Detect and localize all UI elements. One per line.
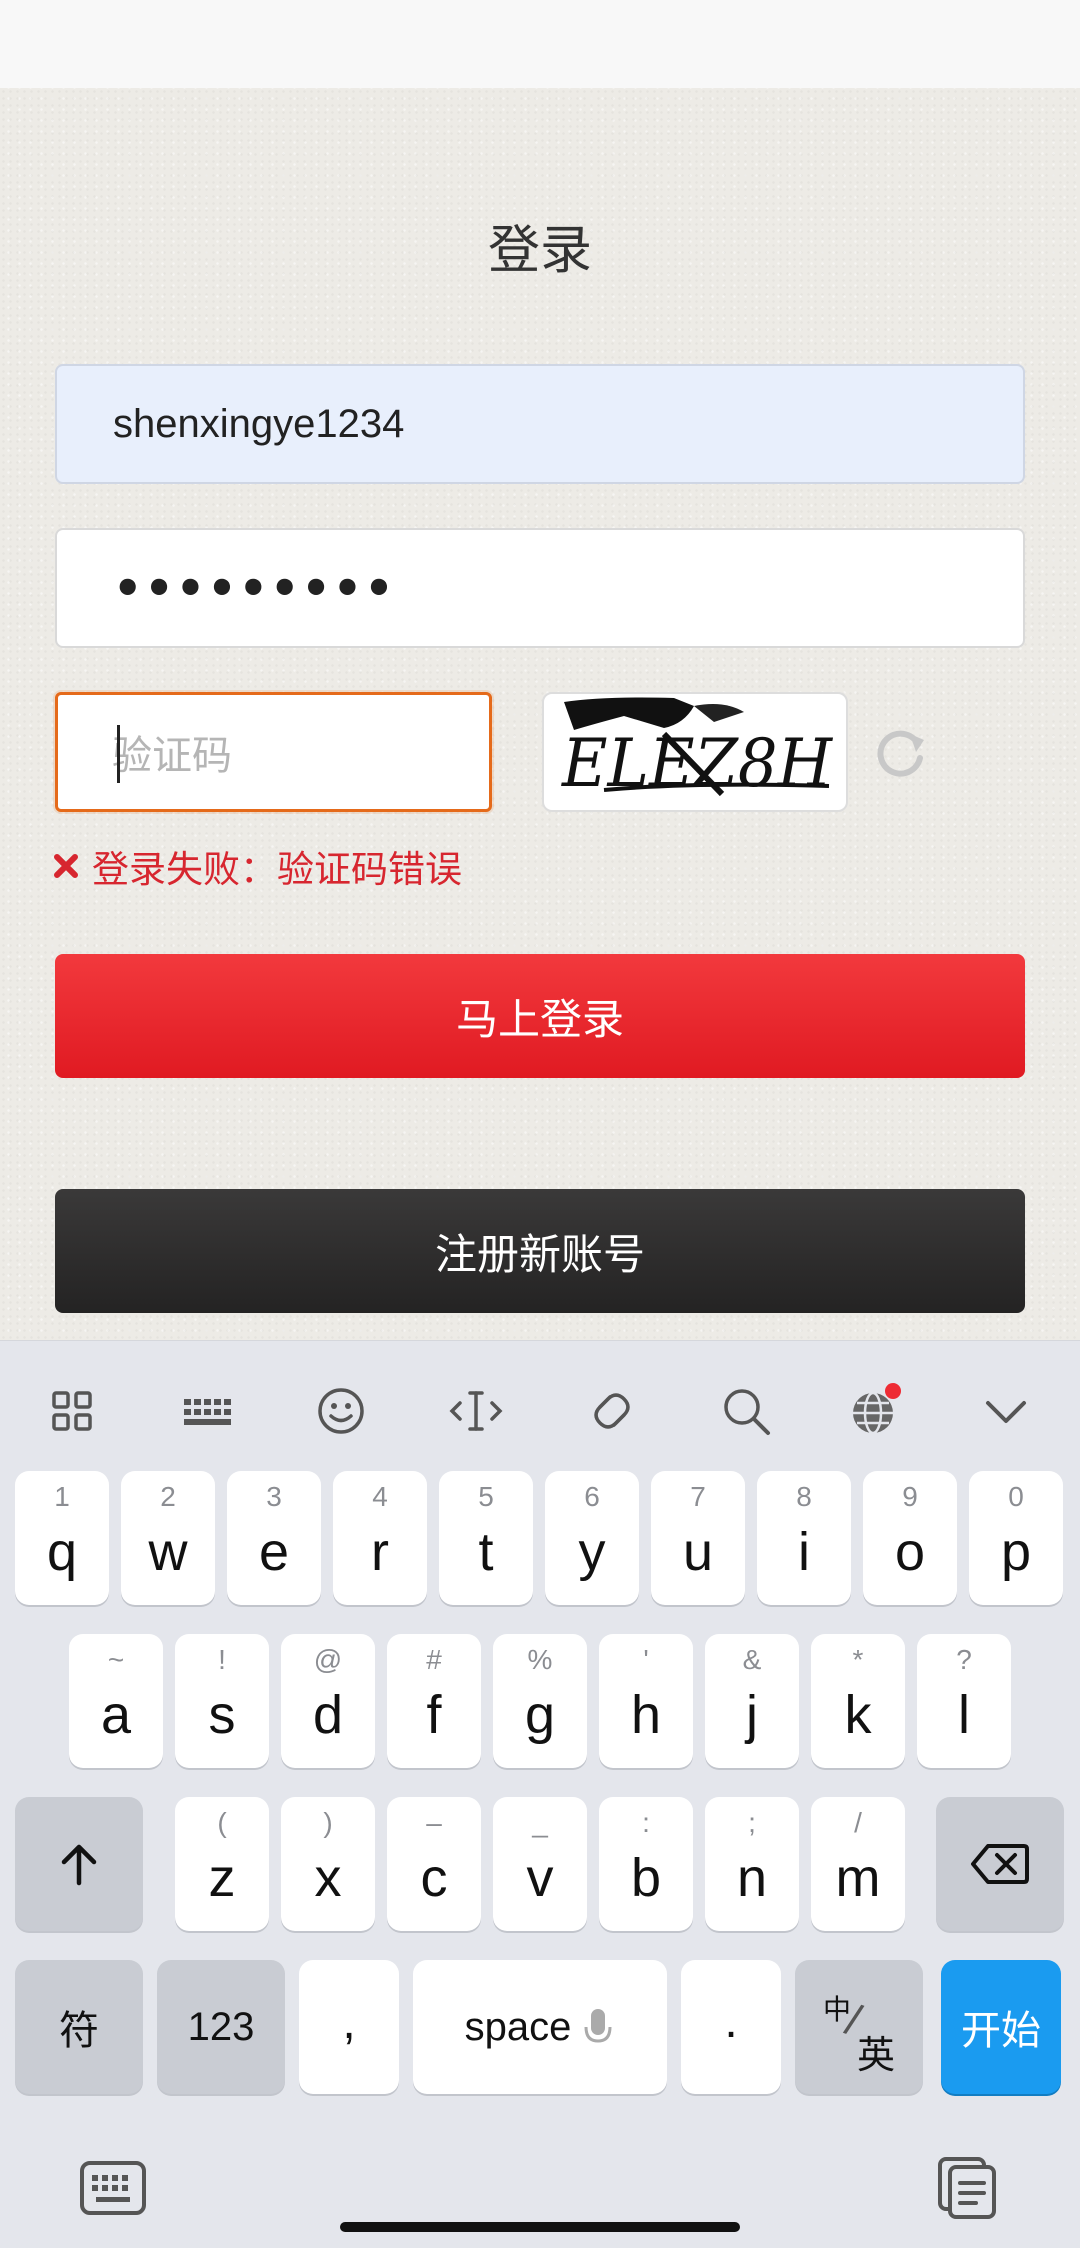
soft-keyboard: 1q 2w 3e 4r 5t 6y 7u 8i 9o 0p ~ a ! s @ d #… bbox=[0, 1340, 1080, 2248]
key-r[interactable]: 4r bbox=[333, 1471, 427, 1605]
page-title: 登录 bbox=[487, 221, 592, 281]
keyboard-switch-icon[interactable] bbox=[78, 2157, 148, 2219]
keyboard-bottom-bar bbox=[0, 2145, 1080, 2248]
login-button[interactable]: 马上登录 bbox=[55, 954, 1025, 1078]
globe-icon[interactable] bbox=[843, 1381, 903, 1441]
cursor-icon[interactable] bbox=[446, 1381, 506, 1441]
key-g[interactable]: % g bbox=[493, 1634, 587, 1768]
home-indicator[interactable] bbox=[340, 2222, 740, 2232]
key-p[interactable]: 0p bbox=[969, 1471, 1063, 1605]
microphone-icon bbox=[584, 2009, 612, 2043]
key-o[interactable]: 9o bbox=[863, 1471, 957, 1605]
password-value: ••••••••• bbox=[113, 561, 396, 615]
shift-key[interactable] bbox=[15, 1797, 143, 1931]
error-message: 登录失败：验证码错误 bbox=[52, 836, 462, 896]
key-t[interactable]: 5t bbox=[439, 1471, 533, 1605]
register-button[interactable]: 注册新账号 bbox=[55, 1189, 1025, 1313]
key-q[interactable]: 1q bbox=[15, 1471, 109, 1605]
comma-key[interactable]: , bbox=[299, 1960, 399, 2094]
captcha-glyphs: ELEZ8H bbox=[561, 725, 833, 802]
key-v[interactable]: _ v bbox=[493, 1797, 587, 1931]
key-w[interactable]: 2w bbox=[121, 1471, 215, 1605]
error-text: 登录失败：验证码错误 bbox=[92, 848, 462, 891]
chevron-down-icon[interactable] bbox=[976, 1381, 1036, 1441]
key-u[interactable]: 7u bbox=[651, 1471, 745, 1605]
space-key[interactable]: space bbox=[413, 1960, 667, 2094]
login-button-label: 马上登录 bbox=[455, 994, 624, 1044]
username-field[interactable]: shenxingye1234 bbox=[55, 364, 1025, 484]
numbers-key[interactable]: 123 bbox=[157, 1960, 285, 2094]
symbols-key[interactable]: 符 bbox=[15, 1960, 143, 2094]
period-key[interactable]: . bbox=[681, 1960, 781, 2094]
password-field[interactable]: ••••••••• bbox=[55, 528, 1025, 648]
key-e[interactable]: 3e bbox=[227, 1471, 321, 1605]
key-k[interactable]: * k bbox=[811, 1634, 905, 1768]
key-n[interactable]: ; n bbox=[705, 1797, 799, 1931]
refresh-captcha-icon[interactable] bbox=[870, 720, 932, 782]
captcha-image[interactable]: ELEZ8H bbox=[542, 692, 848, 812]
key-b[interactable]: :b bbox=[599, 1797, 693, 1931]
username-value: shenxingye1234 bbox=[113, 401, 405, 446]
key-h[interactable]: ' h bbox=[599, 1634, 693, 1768]
key-i[interactable]: 8i bbox=[757, 1471, 851, 1605]
captcha-input[interactable]: 验证码 bbox=[55, 692, 492, 812]
grid-icon[interactable] bbox=[42, 1381, 102, 1441]
key-j[interactable]: & j bbox=[705, 1634, 799, 1768]
keyboard-toolbar bbox=[0, 1341, 1080, 1467]
captcha-placeholder: 验证码 bbox=[112, 733, 232, 779]
key-m[interactable]: / m bbox=[811, 1797, 905, 1931]
error-x-icon bbox=[54, 854, 78, 878]
key-c[interactable]: – c bbox=[387, 1797, 481, 1931]
key-l[interactable]: ? l bbox=[917, 1634, 1011, 1768]
key-z[interactable]: (z bbox=[175, 1797, 269, 1931]
clipboard-icon[interactable] bbox=[934, 2153, 1000, 2219]
key-s[interactable]: ! s bbox=[175, 1634, 269, 1768]
key-d[interactable]: @ d bbox=[281, 1634, 375, 1768]
key-y[interactable]: 6y bbox=[545, 1471, 639, 1605]
backspace-icon bbox=[971, 1844, 1029, 1884]
status-bar-area bbox=[0, 0, 1080, 88]
backspace-key[interactable] bbox=[936, 1797, 1064, 1931]
keyboard-layout-icon[interactable] bbox=[178, 1381, 238, 1441]
language-switch-key[interactable]: 中 / 英 bbox=[795, 1960, 923, 2094]
text-caret bbox=[117, 725, 120, 783]
login-panel: 登录 shenxingye1234 ••••••••• 验证码 ELEZ8H 登… bbox=[0, 88, 1080, 1340]
search-icon[interactable] bbox=[716, 1381, 776, 1441]
key-a[interactable]: ~ a bbox=[69, 1634, 163, 1768]
key-f[interactable]: # f bbox=[387, 1634, 481, 1768]
clip-icon[interactable] bbox=[582, 1381, 642, 1441]
enter-key[interactable]: 开始 bbox=[941, 1960, 1061, 2094]
emoji-icon[interactable] bbox=[311, 1381, 371, 1441]
shift-arrow-icon bbox=[61, 1844, 97, 1886]
key-x[interactable]: ) x bbox=[281, 1797, 375, 1931]
register-button-label: 注册新账号 bbox=[434, 1229, 645, 1279]
